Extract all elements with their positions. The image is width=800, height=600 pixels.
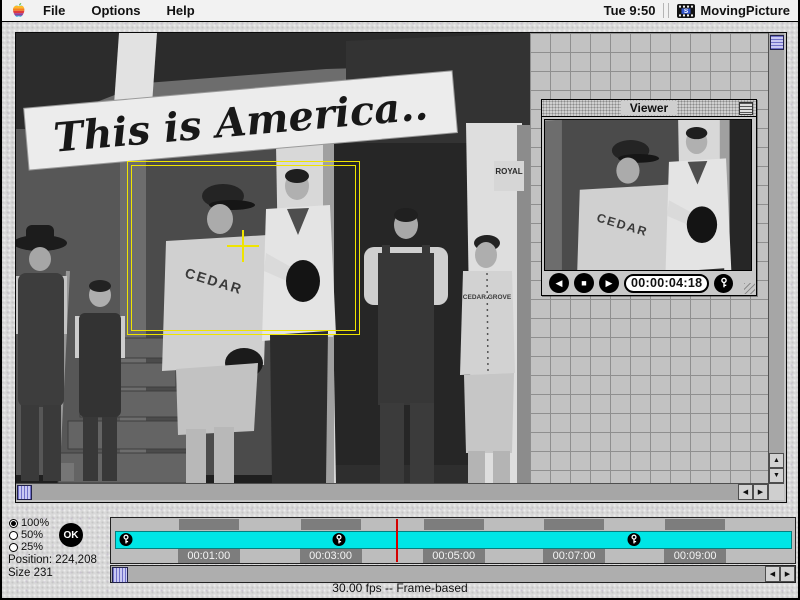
radio-selected-icon[interactable] — [9, 518, 18, 528]
timeline-segment — [665, 519, 726, 530]
scroll-left-button[interactable]: ◀ — [738, 484, 753, 500]
viewer-frame-image — [545, 120, 751, 270]
viewer-preview — [544, 119, 752, 271]
tick-label: 00:03:00 — [309, 550, 352, 562]
size-value: Size 231 — [8, 567, 53, 579]
timeline-segment — [300, 519, 361, 530]
timeline-segment — [178, 519, 239, 530]
zoom-option-50[interactable]: 50% — [9, 529, 49, 541]
apple-logo-icon — [13, 3, 25, 17]
menubar-divider — [663, 3, 670, 18]
zoom-option-label: 25% — [21, 541, 44, 553]
zoom-option-label: 100% — [21, 517, 50, 529]
stop-button[interactable]: ■ — [574, 273, 594, 293]
timeline-tick: 00:09:00 — [664, 549, 727, 563]
frame-rate-status: 30.00 fps -- Frame-based — [332, 581, 468, 595]
viewer-transport-controls: ◀ ■ ▶ 00:00:04:18 — [542, 271, 756, 295]
tick-label: 00:01:00 — [187, 550, 231, 562]
step-back-button[interactable]: ◀ — [549, 273, 569, 293]
viewer-window[interactable]: Viewer ◀ ■ ▶ 00:00:04:18 — [541, 99, 757, 296]
timeline-tick: 00:07:00 — [543, 549, 606, 563]
down-arrow-icon: ▼ — [773, 472, 780, 479]
menu-file[interactable]: File — [43, 3, 65, 18]
zoom-controls: 100% 50% 25% — [9, 517, 49, 553]
timeline-segment — [423, 519, 484, 530]
up-arrow-icon: ▲ — [773, 457, 780, 464]
zoom-option-label: 50% — [21, 529, 44, 541]
stop-icon: ■ — [581, 277, 587, 288]
key-icon — [630, 534, 637, 545]
radio-icon[interactable] — [9, 530, 18, 540]
resize-grip[interactable] — [744, 283, 755, 294]
key-icon — [123, 534, 129, 545]
timeline-scroll-left-button[interactable]: ◀ — [765, 566, 780, 582]
apple-menu[interactable] — [12, 3, 25, 18]
svg-text:S: S — [684, 8, 689, 15]
keyframe-marker[interactable] — [332, 533, 346, 546]
scroll-down-button[interactable]: ▼ — [769, 468, 784, 483]
windowshade-icon[interactable] — [739, 102, 753, 115]
menu-bar: File Options Help Tue 9:50 S MovingPictu… — [0, 0, 800, 22]
play-icon: ▶ — [605, 277, 613, 288]
status-bar: 30.00 fps -- Frame-based — [0, 581, 800, 595]
right-arrow-icon: ▶ — [757, 489, 764, 496]
app-icon[interactable]: S — [677, 3, 696, 18]
position-value: Position: 224,208 — [8, 554, 97, 566]
timeline[interactable]: 00:01:00 00:03:00 00:05:00 00:07:00 00:0… — [110, 517, 796, 564]
tick-label: 00:07:00 — [552, 550, 596, 562]
keyframe-button[interactable] — [714, 273, 734, 293]
horizontal-scroll-thumb[interactable] — [17, 485, 32, 500]
keyframe-marker[interactable] — [119, 533, 133, 546]
menu-options[interactable]: Options — [91, 3, 140, 18]
menu-clock: Tue 9:50 — [603, 3, 656, 18]
horizontal-scrollbar[interactable]: ◀ ▶ — [16, 483, 768, 500]
left-arrow-icon: ◀ — [742, 489, 749, 496]
key-icon — [721, 277, 727, 288]
timeline-tick: 00:01:00 — [177, 549, 240, 563]
scroll-right-button[interactable]: ▶ — [753, 484, 768, 500]
timecode-display: 00:00:04:18 — [624, 273, 710, 293]
keyframe-marker[interactable] — [627, 533, 641, 546]
tick-label: 00:09:00 — [673, 550, 717, 562]
menu-help[interactable]: Help — [167, 3, 195, 18]
viewer-title-bar[interactable]: Viewer — [542, 100, 756, 117]
position-readout: Position: 224,208 Size 231 — [8, 554, 97, 580]
timeline-tick: 00:05:00 — [422, 549, 485, 563]
scroll-up-button[interactable]: ▲ — [769, 453, 784, 468]
app-menu-title[interactable]: MovingPicture — [700, 3, 790, 18]
timeline-track[interactable] — [115, 531, 792, 549]
vertical-scroll-thumb[interactable] — [770, 35, 784, 50]
vertical-scrollbar[interactable]: ▲ ▼ — [768, 33, 784, 483]
ok-button[interactable]: OK — [59, 523, 83, 547]
radio-icon[interactable] — [9, 542, 18, 552]
playhead[interactable] — [395, 519, 398, 562]
back-icon: ◀ — [555, 277, 563, 288]
crosshair-icon[interactable] — [242, 230, 244, 262]
zoom-option-25[interactable]: 25% — [9, 541, 49, 553]
zoom-option-100[interactable]: 100% — [9, 517, 49, 529]
timecode-value: 00:00:04:18 — [631, 276, 703, 290]
left-arrow-icon: ◀ — [769, 571, 776, 578]
timeline-tick: 00:03:00 — [299, 549, 362, 563]
scrollbar-corner — [768, 483, 784, 500]
timeline-scroll-right-button[interactable]: ▶ — [780, 566, 795, 582]
filmstrip-icon: S — [677, 3, 696, 18]
play-button[interactable]: ▶ — [599, 273, 619, 293]
timeline-segment — [544, 519, 605, 530]
key-icon — [336, 534, 342, 545]
right-arrow-icon: ▶ — [784, 571, 791, 578]
viewer-title: Viewer — [620, 101, 678, 115]
tick-label: 00:05:00 — [432, 550, 476, 562]
